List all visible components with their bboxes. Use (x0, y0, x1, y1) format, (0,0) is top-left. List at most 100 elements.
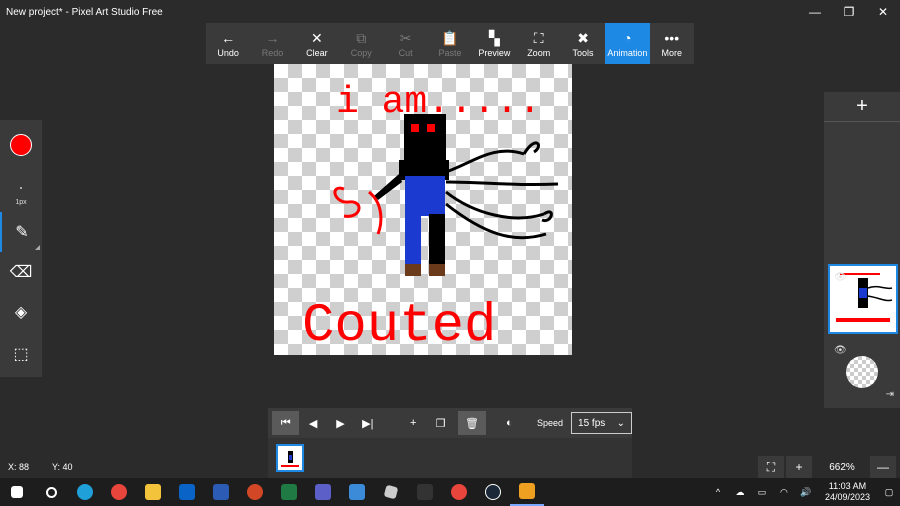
first-frame-button[interactable]: ⏮ (272, 411, 300, 435)
undo-button[interactable]: ← Undo (206, 23, 250, 64)
chrome-profile-taskbar-icon[interactable] (442, 478, 476, 506)
animation-label: Animation (607, 47, 648, 58)
chrome-taskbar-icon[interactable] (102, 478, 136, 506)
notifications-icon[interactable]: ▢ (878, 487, 900, 498)
copy-button[interactable]: ⧉ Copy (339, 23, 383, 64)
duplicate-frame-button[interactable]: ❐ (427, 411, 454, 435)
clock[interactable]: 11:03 AM 24/09/2023 (817, 481, 878, 503)
more-button[interactable]: ••• More (650, 23, 694, 64)
copy-icon: ⧉ (356, 29, 367, 46)
outlook-taskbar-icon[interactable] (170, 478, 204, 506)
add-frame-button[interactable]: + (400, 411, 427, 435)
folder-icon (145, 484, 161, 500)
pixel-art-studio-icon (519, 483, 535, 499)
frame-1-thumbnail[interactable] (276, 444, 304, 472)
window-controls: — ❐ ✕ (798, 0, 900, 24)
system-tray: ^ ☁ ▭ ◠ 🔊 11:03 AM 24/09/2023 ▢ (707, 478, 900, 506)
lock-taskbar-icon[interactable] (408, 478, 442, 506)
store-taskbar-icon[interactable] (340, 478, 374, 506)
start-button[interactable] (0, 478, 34, 506)
next-frame-button[interactable]: ▶| (354, 411, 381, 435)
redo-label: Redo (261, 47, 284, 58)
chrome-icon (111, 484, 127, 500)
roblox-taskbar-icon[interactable] (374, 478, 408, 506)
explorer-taskbar-icon[interactable] (136, 478, 170, 506)
trash-icon: 🗑 (464, 417, 479, 430)
layer-1-visibility-icon[interactable]: 👁 (834, 272, 847, 283)
selection-tool[interactable]: ⬚ (0, 334, 42, 374)
maximize-button[interactable]: ❐ (832, 0, 866, 24)
layer-2-visibility-icon[interactable]: 👁 (834, 345, 847, 356)
tools-button[interactable]: ✖ Tools (561, 23, 605, 64)
paste-button[interactable]: 📋 Paste (428, 23, 472, 64)
drawing-canvas[interactable]: i am..... Couted (274, 64, 572, 355)
plus-icon: + (409, 417, 417, 429)
delete-frame-button[interactable]: 🗑 (458, 411, 486, 435)
skip-first-icon: ⏮ (280, 416, 291, 429)
tools-icon: ✖ (577, 29, 589, 46)
outlook-icon (179, 484, 195, 500)
zoom-button[interactable]: ⛶ Zoom (517, 23, 561, 64)
eraser-icon: ⌫ (9, 264, 33, 281)
brush-size-preview[interactable] (20, 187, 22, 189)
steam-icon (485, 484, 501, 500)
preview-button[interactable]: ▚ Preview (472, 23, 516, 64)
layer-2-thumbnail[interactable] (846, 356, 878, 388)
search-button[interactable] (34, 478, 68, 506)
redo-button[interactable]: → Redo (250, 23, 294, 64)
tool-panel: 1px ✎ ⌫ ◈ ⬚ (0, 120, 42, 377)
minus-icon: — (877, 460, 889, 474)
close-button[interactable]: ✕ (866, 0, 900, 24)
merge-layer-icon[interactable]: ⇥ (886, 389, 894, 400)
onion-skin-icon: ◐ (505, 417, 513, 429)
color-picker-button[interactable] (10, 134, 32, 156)
pixel-art-studio-taskbar-icon[interactable] (510, 478, 544, 506)
animation-button[interactable]: ◔ Animation (605, 23, 650, 64)
battery-icon[interactable]: ▭ (751, 487, 773, 498)
more-dots-icon: ••• (664, 29, 680, 46)
wifi-icon[interactable]: ◠ (773, 487, 795, 498)
speed-select[interactable]: 15 fps ⌄ (571, 412, 632, 434)
store-icon (349, 484, 365, 500)
add-layer-button[interactable]: + (824, 92, 900, 122)
paint-bucket-icon: ◈ (14, 304, 28, 321)
steam-taskbar-icon[interactable] (476, 478, 510, 506)
search-icon (45, 486, 57, 498)
taskbar: ^ ☁ ▭ ◠ 🔊 11:03 AM 24/09/2023 ▢ (0, 478, 900, 506)
fill-tool[interactable]: ◈ (0, 292, 42, 332)
edge-icon (77, 484, 93, 500)
word-taskbar-icon[interactable] (204, 478, 238, 506)
zoom-in-button[interactable]: + (786, 456, 812, 478)
clear-button[interactable]: ✕ Clear (295, 23, 339, 64)
zoom-out-button[interactable]: — (870, 456, 896, 478)
edge-taskbar-icon[interactable] (68, 478, 102, 506)
minimize-button[interactable]: — (798, 0, 832, 24)
cut-label: Cut (398, 47, 413, 58)
canvas-drawing: i am..... Couted (302, 81, 559, 355)
plus-icon: + (856, 95, 868, 117)
eraser-tool[interactable]: ⌫ (0, 252, 42, 292)
teams-taskbar-icon[interactable] (306, 478, 340, 506)
prev-frame-button[interactable]: ◀ (299, 411, 326, 435)
play-icon: ▶ (336, 417, 345, 430)
canvas-bottom-text: Couted (302, 296, 496, 355)
zoom-controls: ⛶ + 662% — (758, 456, 900, 478)
cut-button[interactable]: ✂ Cut (383, 23, 427, 64)
tools-label: Tools (572, 47, 594, 58)
volume-icon[interactable]: 🔊 (795, 487, 817, 498)
zoom-level: 662% (829, 461, 855, 473)
more-label: More (661, 47, 683, 58)
chevron-up-icon[interactable]: ^ (707, 487, 729, 497)
play-button[interactable]: ▶ (327, 411, 354, 435)
fit-screen-button[interactable]: ⛶ (758, 456, 784, 478)
powerpoint-taskbar-icon[interactable] (238, 478, 272, 506)
main-toolbar: ← Undo → Redo ✕ Clear ⧉ Copy ✂ Cut 📋 Paste ▚ Pr… (206, 23, 694, 64)
onion-skin-button[interactable]: ◐ (496, 411, 523, 435)
excel-taskbar-icon[interactable] (272, 478, 306, 506)
clipboard-icon: 📋 (441, 29, 459, 46)
clock-icon: ◔ (623, 29, 632, 46)
pencil-tool[interactable]: ✎ (0, 212, 42, 252)
speed-label: Speed (537, 418, 564, 428)
cloud-icon[interactable]: ☁ (729, 487, 751, 498)
arrow-left-icon: ← (221, 29, 236, 46)
